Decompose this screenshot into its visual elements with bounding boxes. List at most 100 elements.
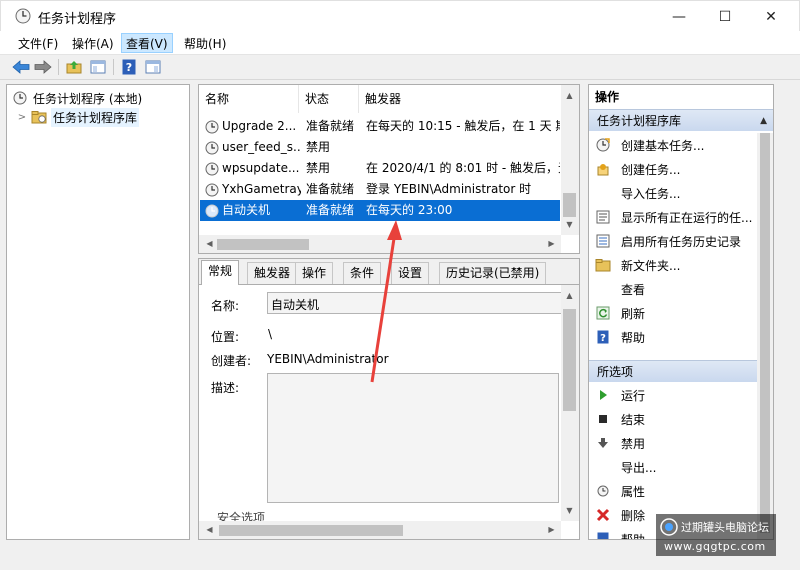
menu-action[interactable]: 操作(A): [67, 33, 119, 53]
back-button[interactable]: [11, 58, 31, 76]
run-icon: [595, 387, 611, 403]
task-clock-icon: [205, 204, 219, 217]
forward-arrow-icon: [34, 60, 52, 74]
menu-file[interactable]: 文件(F): [13, 33, 63, 53]
task-name: wpsupdate...: [222, 161, 300, 175]
column-header-name[interactable]: 名称: [199, 85, 299, 113]
action-pane-icon: [145, 60, 161, 74]
help-icon: ?: [595, 329, 611, 345]
watermark-line2: www.gqgtpc.com: [664, 540, 766, 553]
action-disable[interactable]: 禁用: [589, 431, 773, 455]
actions-vscrollbar[interactable]: [757, 133, 773, 539]
task-row[interactable]: Upgrade 2... 准备就绪 在每天的 10:15 - 触发后，在 1 天…: [200, 116, 560, 137]
scroll-thumb[interactable]: [563, 309, 576, 411]
scroll-right-icon[interactable]: ▶: [543, 235, 560, 252]
task-row[interactable]: wpsupdate... 禁用 在 2020/4/1 的 8:01 时 - 触发…: [200, 158, 560, 179]
action-pane-button[interactable]: [143, 58, 163, 76]
action-label: 删除: [621, 508, 646, 523]
stop-icon: [595, 411, 611, 427]
action-create-basic-task[interactable]: 创建基本任务...: [589, 133, 773, 157]
task-status: 准备就绪: [306, 182, 355, 196]
action-new-folder[interactable]: 新文件夹...: [589, 253, 773, 277]
minimize-button[interactable]: —: [656, 1, 702, 32]
svg-text:?: ?: [600, 333, 606, 344]
watermark-logo-icon: [660, 518, 678, 536]
task-name: 自动关机: [222, 203, 271, 217]
scroll-thumb[interactable]: [217, 239, 309, 250]
task-row[interactable]: user_feed_s... 禁用: [200, 137, 560, 158]
window-title: 任务计划程序: [38, 12, 117, 27]
scroll-up-icon[interactable]: ▲: [561, 287, 578, 304]
task-clock-icon: [205, 141, 219, 154]
task-status: 禁用: [306, 140, 331, 154]
detail-vscrollbar[interactable]: ▲ ▼: [561, 285, 579, 521]
task-list-hscrollbar[interactable]: ◀ ▶: [199, 235, 561, 253]
description-field[interactable]: [267, 373, 559, 503]
task-list-vscrollbar[interactable]: ▲ ▼: [561, 85, 579, 235]
action-import-task[interactable]: 导入任务...: [589, 181, 773, 205]
action-show-running-tasks[interactable]: 显示所有正在运行的任...: [589, 205, 773, 229]
scroll-right-icon[interactable]: ▶: [543, 521, 560, 538]
description-label: 描述:: [211, 381, 240, 395]
name-field[interactable]: 自动关机: [267, 292, 567, 314]
tree-item-root[interactable]: 任务计划程序 (本地): [7, 88, 144, 108]
action-refresh[interactable]: 刷新: [589, 301, 773, 325]
actions-pane: 操作 任务计划程序库 ▲ 创建基本任务... 创建任务... 导入任务... 显…: [588, 84, 774, 540]
action-view[interactable]: 查看 ▶: [589, 277, 773, 301]
collapse-up-icon[interactable]: ▲: [760, 110, 767, 132]
watermark-line1: 过期罐头电脑论坛: [681, 521, 769, 534]
actions-group-library[interactable]: 任务计划程序库 ▲: [589, 109, 773, 131]
location-value: \: [268, 327, 273, 341]
name-label: 名称:: [211, 299, 240, 313]
expand-chevron-icon[interactable]: >: [15, 112, 29, 123]
show-tree-button[interactable]: [88, 58, 108, 76]
action-end[interactable]: 结束: [589, 407, 773, 431]
scroll-down-icon[interactable]: ▼: [561, 216, 578, 233]
tab-settings[interactable]: 设置: [391, 262, 430, 284]
menu-help[interactable]: 帮助(H): [179, 33, 231, 53]
scroll-thumb[interactable]: [563, 193, 576, 217]
up-button[interactable]: [64, 58, 84, 76]
task-row[interactable]: YxhGametray 准备就绪 登录 YEBIN\Administrator …: [200, 179, 560, 200]
task-trigger: 在 2020/4/1 的 8:01 时 - 触发后，无: [366, 161, 560, 175]
title-bar: 任务计划程序 — ☐ ✕: [0, 0, 800, 31]
action-label: 创建任务...: [621, 162, 681, 177]
tree-item-library[interactable]: > 任务计划程序库: [7, 107, 140, 127]
maximize-icon: ☐: [718, 8, 732, 25]
help-toolbar-button[interactable]: ?: [119, 58, 139, 76]
tab-history[interactable]: 历史记录(已禁用): [439, 262, 547, 284]
column-header-status[interactable]: 状态: [299, 85, 359, 113]
group-title: 任务计划程序库: [597, 114, 682, 128]
scroll-left-icon[interactable]: ◀: [201, 521, 218, 538]
scroll-up-icon[interactable]: ▲: [561, 87, 578, 104]
tab-conditions[interactable]: 条件: [343, 262, 382, 284]
tab-actions[interactable]: 操作: [295, 262, 334, 284]
scroll-thumb[interactable]: [760, 133, 770, 533]
action-run[interactable]: 运行: [589, 383, 773, 407]
actions-group-selected[interactable]: 所选项 ▲: [589, 360, 773, 382]
column-header-trigger[interactable]: 触发器: [359, 85, 561, 113]
close-button[interactable]: ✕: [748, 1, 794, 32]
action-create-task[interactable]: 创建任务...: [589, 157, 773, 181]
tab-triggers[interactable]: 触发器: [247, 262, 298, 284]
action-label: 结束: [621, 412, 646, 427]
scroll-down-icon[interactable]: ▼: [561, 502, 578, 519]
action-export[interactable]: 导出...: [589, 455, 773, 479]
scroll-thumb[interactable]: [219, 525, 403, 536]
menu-view[interactable]: 查看(V): [121, 33, 173, 53]
forward-button[interactable]: [33, 58, 53, 76]
task-row-selected[interactable]: 自动关机 准备就绪 在每天的 23:00: [200, 200, 560, 221]
action-properties[interactable]: 属性: [589, 479, 773, 503]
action-help[interactable]: ? 帮助: [589, 325, 773, 349]
action-enable-history[interactable]: 启用所有任务历史记录: [589, 229, 773, 253]
detail-hscrollbar[interactable]: ◀ ▶: [199, 521, 561, 539]
maximize-button[interactable]: ☐: [702, 1, 748, 32]
close-icon: ✕: [765, 8, 777, 25]
task-clock-icon: [205, 162, 219, 175]
tab-general[interactable]: 常规: [201, 260, 240, 285]
toolbar: ?: [0, 54, 800, 80]
scroll-left-icon[interactable]: ◀: [201, 235, 218, 252]
location-field: \: [267, 323, 567, 345]
detail-tabs: 常规 触发器 操作 条件 设置 历史记录(已禁用): [199, 259, 579, 285]
task-status: 准备就绪: [306, 203, 355, 217]
